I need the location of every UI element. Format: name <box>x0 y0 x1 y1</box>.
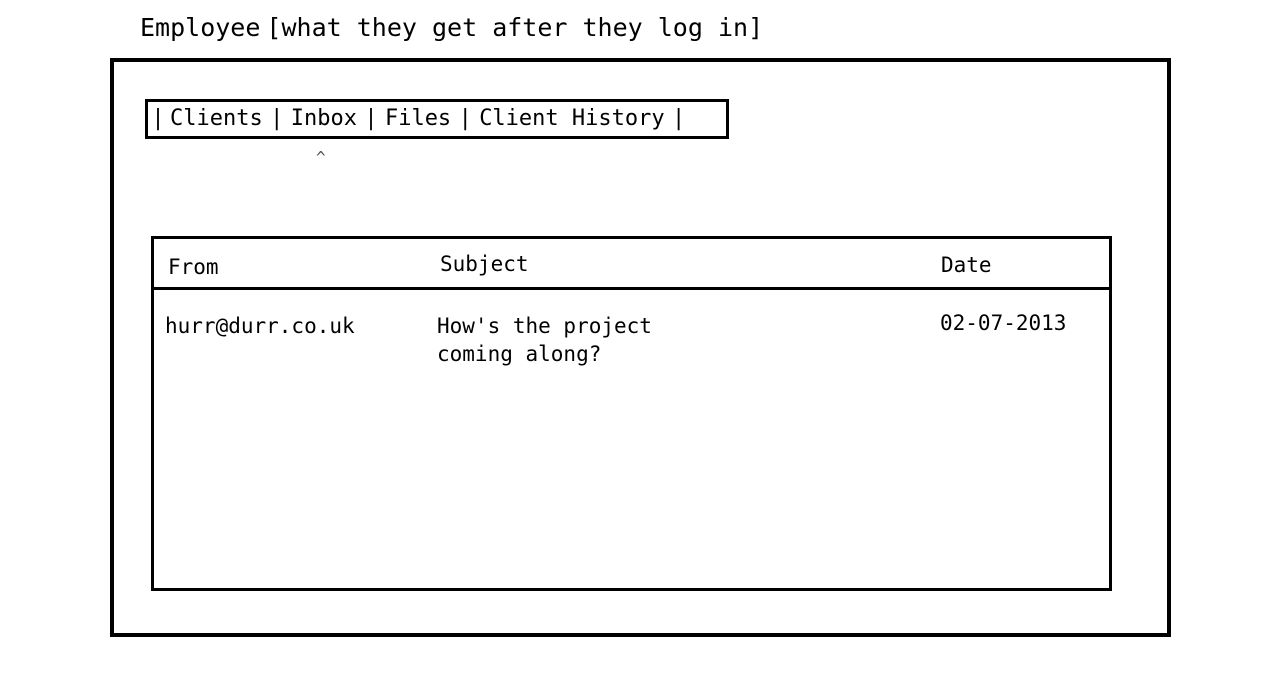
nav-separator: | <box>458 106 472 131</box>
message-from: hurr@durr.co.uk <box>165 314 355 338</box>
message-subject: How's the project coming along? <box>437 314 652 366</box>
page-title: Employee [what they get after they log in… <box>140 12 763 44</box>
nav-item-client-history[interactable]: Client History <box>475 102 668 136</box>
column-header-from[interactable]: From <box>168 253 219 281</box>
nav-item-clients[interactable]: Clients <box>166 102 267 136</box>
nav-bar: | Clients | Inbox | Files | Client Histo… <box>145 99 729 139</box>
nav-separator: | <box>270 106 284 131</box>
column-header-subject[interactable]: Subject <box>440 250 529 278</box>
column-header-date[interactable]: Date <box>941 251 992 279</box>
nav-separator: | <box>151 106 165 131</box>
message-row[interactable]: hurr@durr.co.uk How's the project coming… <box>154 290 1109 380</box>
active-tab-marker: ^ <box>316 148 326 167</box>
inbox-header-row: From Subject Date <box>154 239 1109 290</box>
nav-separator: | <box>364 106 378 131</box>
nav-item-inbox[interactable]: Inbox <box>287 102 361 136</box>
nav-item-files[interactable]: Files <box>381 102 455 136</box>
page-title-text: Employee <box>140 13 261 42</box>
message-date: 02-07-2013 <box>940 311 1067 335</box>
page-title-note: [what they get after they log in] <box>266 13 764 42</box>
nav-separator: | <box>672 106 686 131</box>
inbox-table: From Subject Date hurr@durr.co.uk How's … <box>151 236 1112 591</box>
